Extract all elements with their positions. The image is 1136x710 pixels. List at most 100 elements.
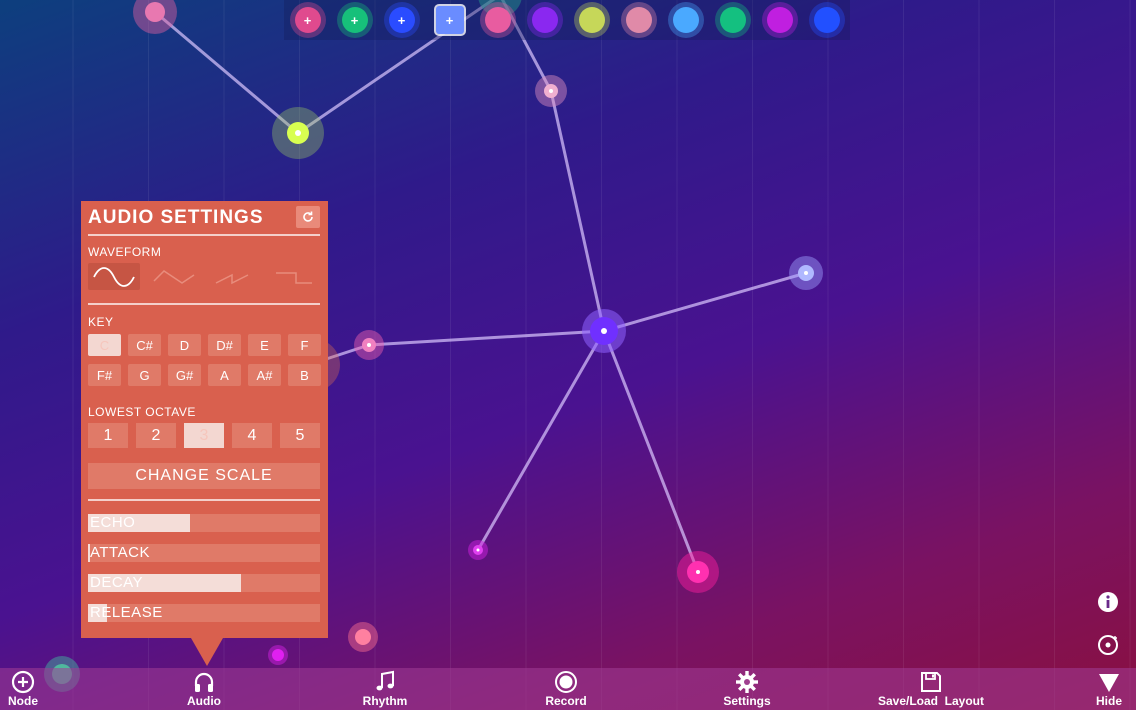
- octave-button[interactable]: 2: [136, 423, 176, 448]
- rhythm-tool-button[interactable]: Rhythm: [362, 668, 408, 710]
- palette-swatch[interactable]: +: [435, 6, 464, 34]
- key-button[interactable]: F: [288, 334, 321, 356]
- refresh-icon: [303, 211, 313, 222]
- info-icon: [1098, 592, 1118, 612]
- palette-swatch[interactable]: +: [336, 2, 373, 38]
- headphones-icon: [194, 672, 214, 692]
- bottom-toolbar: Node Audio Rhythm Record Settings Save/L…: [0, 668, 1136, 710]
- save-load-tool-button[interactable]: Save/Load Layout: [872, 668, 990, 710]
- palette-swatch[interactable]: [526, 2, 563, 38]
- palette-swatch[interactable]: [667, 2, 704, 38]
- gear-icon: [736, 671, 758, 693]
- lowest-octave-label: LOWEST OCTAVE: [88, 405, 196, 419]
- palette-swatch[interactable]: +: [289, 2, 326, 38]
- octave-button[interactable]: 4: [232, 423, 272, 448]
- key-button[interactable]: C: [88, 334, 121, 356]
- octave-button[interactable]: 5: [280, 423, 320, 448]
- slider-label: RELEASE: [90, 604, 163, 621]
- record-tool-button[interactable]: Record: [543, 668, 589, 710]
- rhythm-tool-label: Rhythm: [362, 694, 408, 708]
- octave-button[interactable]: 1: [88, 423, 128, 448]
- key-button[interactable]: A#: [248, 364, 281, 386]
- key-button[interactable]: D: [168, 334, 201, 356]
- palette-swatch[interactable]: [714, 2, 751, 38]
- node-pink-top-left[interactable]: [133, 0, 177, 34]
- palette-swatch[interactable]: +: [383, 2, 420, 38]
- node-magenta-large[interactable]: [677, 551, 719, 593]
- music-note-icon: [376, 670, 394, 691]
- key-label: KEY: [88, 315, 114, 329]
- waveform-sine-button[interactable]: [88, 263, 140, 290]
- swatch-halo: [526, 2, 563, 38]
- palette-swatch[interactable]: [761, 2, 798, 38]
- settings-tool-button[interactable]: Settings: [722, 668, 772, 710]
- record-tool-label: Record: [545, 694, 587, 708]
- node-yellow[interactable]: [272, 107, 324, 159]
- layout-label: Layout: [944, 694, 985, 708]
- waveform-sawtooth-button[interactable]: [208, 263, 260, 290]
- swatch-halo: [761, 2, 798, 38]
- change-scale-button[interactable]: CHANGE SCALE: [88, 463, 320, 489]
- hide-tool-label: Hide: [1095, 694, 1122, 708]
- node-pink-small[interactable]: [535, 75, 567, 107]
- palette-swatch[interactable]: [620, 2, 657, 38]
- save-load-layout-label: Save/Load Layout: [878, 694, 984, 708]
- key-button[interactable]: A: [208, 364, 241, 386]
- reset-button[interactable]: [296, 206, 320, 228]
- divider: [88, 499, 320, 501]
- node-color-palette: + + + +: [284, 0, 850, 40]
- swatch-halo: [479, 2, 516, 38]
- key-button[interactable]: G: [128, 364, 161, 386]
- key-button[interactable]: G#: [168, 364, 201, 386]
- square-wave-icon: [276, 271, 312, 284]
- add-node-circle-button[interactable]: [1097, 634, 1119, 656]
- palette-swatch[interactable]: [808, 2, 845, 38]
- node-lavender-right[interactable]: [789, 256, 823, 290]
- slider-label: ATTACK: [90, 544, 150, 561]
- node-pink-mid[interactable]: [354, 330, 384, 360]
- node-magenta-small[interactable]: [468, 540, 488, 560]
- palette-swatch[interactable]: [479, 2, 516, 38]
- node-tool-button[interactable]: Node: [6, 668, 40, 710]
- record-icon: [555, 671, 577, 693]
- slider-echo[interactable]: ECHO: [88, 514, 320, 532]
- graph-link: [368, 329, 605, 347]
- graph-link: [549, 90, 606, 332]
- key-button[interactable]: C#: [128, 334, 161, 356]
- node-pink-bottom[interactable]: [348, 622, 378, 652]
- node-tool-label: Node: [8, 694, 38, 708]
- swatch-halo: [620, 2, 657, 38]
- waveform-label: WAVEFORM: [88, 245, 162, 259]
- plus-icon: +: [445, 12, 454, 28]
- slider-label: DECAY: [90, 574, 144, 591]
- plus-icon: +: [303, 12, 312, 28]
- graph-link: [602, 330, 700, 573]
- palette-swatch[interactable]: [573, 2, 610, 38]
- hide-tool-button[interactable]: Hide: [1094, 668, 1124, 710]
- key-button[interactable]: F#: [88, 364, 121, 386]
- sawtooth-wave-icon: [215, 273, 249, 284]
- triangle-wave-icon: [153, 269, 195, 284]
- triangle-down-icon: [1099, 674, 1119, 692]
- key-button[interactable]: D#: [208, 334, 241, 356]
- divider: [88, 303, 320, 305]
- waveform-square-button[interactable]: [268, 263, 320, 290]
- add-circle-icon: [1098, 635, 1118, 655]
- slider-attack[interactable]: ATTACK: [88, 544, 320, 562]
- audio-tool-label: Audio: [187, 694, 221, 708]
- key-button[interactable]: B: [288, 364, 321, 386]
- divider: [88, 234, 320, 236]
- swatch-halo: [667, 2, 704, 38]
- octave-button[interactable]: 3: [184, 423, 224, 448]
- waveform-triangle-button[interactable]: [148, 263, 200, 290]
- slider-decay[interactable]: DECAY: [88, 574, 320, 592]
- slider-release[interactable]: RELEASE: [88, 604, 320, 622]
- node-magenta-bottom[interactable]: [268, 645, 288, 665]
- graph-link: [603, 271, 807, 333]
- node-purple-center[interactable]: [582, 309, 626, 353]
- key-button[interactable]: E: [248, 334, 281, 356]
- audio-tool-button[interactable]: Audio: [184, 668, 224, 710]
- settings-tool-label: Settings: [723, 694, 771, 708]
- audio-settings-panel: AUDIO SETTINGS WAVEFORM KEY C C# D D# E F F# G G…: [81, 201, 328, 666]
- info-button[interactable]: [1097, 591, 1119, 613]
